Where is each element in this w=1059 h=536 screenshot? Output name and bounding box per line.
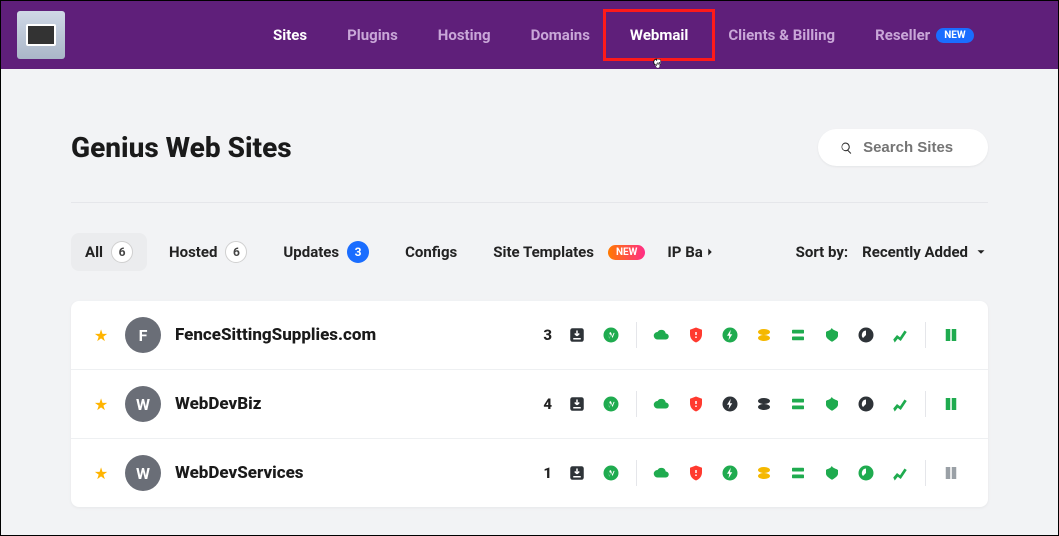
site-name[interactable]: WebDevServices xyxy=(175,463,543,483)
cloud-icon[interactable] xyxy=(653,464,671,482)
wordpress-icon[interactable] xyxy=(602,464,620,482)
tab-updates[interactable]: Updates 3 xyxy=(269,233,383,271)
disc-icon[interactable] xyxy=(755,395,773,413)
performance-icon[interactable] xyxy=(857,326,875,344)
site-row[interactable]: ★ W WebDevServices 1 xyxy=(71,439,988,507)
separator xyxy=(636,322,637,348)
bolt-icon[interactable] xyxy=(721,395,739,413)
tab-site-templates[interactable]: Site Templates NEW xyxy=(479,235,659,269)
star-icon[interactable]: ★ xyxy=(91,464,111,483)
site-avatar: W xyxy=(125,455,161,491)
tab-configs-label: Configs xyxy=(405,243,457,261)
shield-icon[interactable] xyxy=(687,464,705,482)
disc-icon[interactable] xyxy=(755,326,773,344)
top-nav: Sites Plugins Hosting Domains Webmail Cl… xyxy=(1,1,1058,69)
performance-icon[interactable] xyxy=(857,464,875,482)
tab-all[interactable]: All 6 xyxy=(71,233,147,271)
separator xyxy=(925,322,926,348)
nav-domains[interactable]: Domains xyxy=(513,18,608,52)
page-header: Genius Web Sites xyxy=(71,129,988,203)
bolt-icon[interactable] xyxy=(721,464,739,482)
book-icon[interactable] xyxy=(942,395,960,413)
disc-icon[interactable] xyxy=(755,464,773,482)
chart-icon[interactable] xyxy=(891,464,909,482)
shield-icon[interactable] xyxy=(687,395,705,413)
page-title: Genius Web Sites xyxy=(71,131,292,164)
nav-clients-billing[interactable]: Clients & Billing xyxy=(710,18,853,52)
wordpress-icon[interactable] xyxy=(602,395,620,413)
chart-icon[interactable] xyxy=(891,326,909,344)
tab-overflow-label: IP Ba xyxy=(667,243,702,261)
chevron-right-icon xyxy=(703,245,717,259)
separator xyxy=(925,391,926,417)
tab-all-count: 6 xyxy=(111,241,133,263)
sort-value: Recently Added xyxy=(862,243,968,261)
update-count: 3 xyxy=(543,326,552,344)
stack-icon[interactable] xyxy=(789,395,807,413)
site-avatar: F xyxy=(125,317,161,353)
site-list: ★ F FenceSittingSupplies.com 3 ★ W WebDe… xyxy=(71,301,988,507)
separator xyxy=(636,460,637,486)
book-icon[interactable] xyxy=(942,326,960,344)
tab-hosted-label: Hosted xyxy=(169,243,217,261)
tab-hosted[interactable]: Hosted 6 xyxy=(155,233,261,271)
stack-icon[interactable] xyxy=(789,326,807,344)
sort-by: Sort by: Recently Added xyxy=(796,243,988,261)
site-row[interactable]: ★ F FenceSittingSupplies.com 3 xyxy=(71,301,988,370)
sort-dropdown[interactable]: Recently Added xyxy=(862,243,988,261)
nav-reseller[interactable]: Reseller NEW xyxy=(857,18,992,52)
filter-tabs: All 6 Hosted 6 Updates 3 Configs Site Te… xyxy=(71,203,988,285)
search-box[interactable] xyxy=(818,129,988,166)
hand-cursor-icon xyxy=(652,58,666,76)
separator xyxy=(925,460,926,486)
separator xyxy=(636,391,637,417)
site-avatar: W xyxy=(125,386,161,422)
chart-icon[interactable] xyxy=(891,395,909,413)
stack-icon[interactable] xyxy=(789,464,807,482)
update-count: 1 xyxy=(543,464,552,482)
nav-reseller-label: Reseller xyxy=(875,26,930,44)
new-badge: NEW xyxy=(936,28,973,43)
star-icon[interactable]: ★ xyxy=(91,326,111,345)
cloud-icon[interactable] xyxy=(653,326,671,344)
star-icon[interactable]: ★ xyxy=(91,395,111,414)
tab-overflow[interactable]: IP Ba xyxy=(667,243,716,261)
nav-sites[interactable]: Sites xyxy=(255,18,325,52)
tab-site-templates-label: Site Templates xyxy=(493,243,594,261)
app-logo[interactable] xyxy=(17,11,65,59)
download-icon[interactable] xyxy=(568,395,586,413)
wordpress-icon[interactable] xyxy=(602,326,620,344)
tab-updates-count: 3 xyxy=(347,241,369,263)
page-content: Genius Web Sites All 6 Hosted 6 Updates … xyxy=(1,69,1058,507)
cloud-icon[interactable] xyxy=(653,395,671,413)
site-name[interactable]: FenceSittingSupplies.com xyxy=(175,325,543,345)
tab-updates-label: Updates xyxy=(283,243,339,261)
tab-configs[interactable]: Configs xyxy=(391,235,471,269)
nav-plugins[interactable]: Plugins xyxy=(329,18,416,52)
new-badge: NEW xyxy=(608,245,645,260)
search-input[interactable] xyxy=(863,139,966,156)
nav-webmail[interactable]: Webmail xyxy=(612,18,706,52)
nav-webmail-label: Webmail xyxy=(630,26,688,44)
chevron-down-icon xyxy=(974,245,988,259)
sort-label: Sort by: xyxy=(796,243,849,261)
site-name[interactable]: WebDevBiz xyxy=(175,394,543,414)
heart-icon[interactable] xyxy=(823,326,841,344)
tab-all-label: All xyxy=(85,243,103,261)
site-row[interactable]: ★ W WebDevBiz 4 xyxy=(71,370,988,439)
bolt-icon[interactable] xyxy=(721,326,739,344)
performance-icon[interactable] xyxy=(857,395,875,413)
heart-icon[interactable] xyxy=(823,395,841,413)
nav-items: Sites Plugins Hosting Domains Webmail Cl… xyxy=(255,18,992,52)
heart-icon[interactable] xyxy=(823,464,841,482)
search-icon xyxy=(840,140,853,156)
tab-hosted-count: 6 xyxy=(225,241,247,263)
download-icon[interactable] xyxy=(568,464,586,482)
nav-hosting[interactable]: Hosting xyxy=(420,18,509,52)
download-icon[interactable] xyxy=(568,326,586,344)
update-count: 4 xyxy=(543,395,552,413)
book-icon[interactable] xyxy=(942,464,960,482)
shield-icon[interactable] xyxy=(687,326,705,344)
